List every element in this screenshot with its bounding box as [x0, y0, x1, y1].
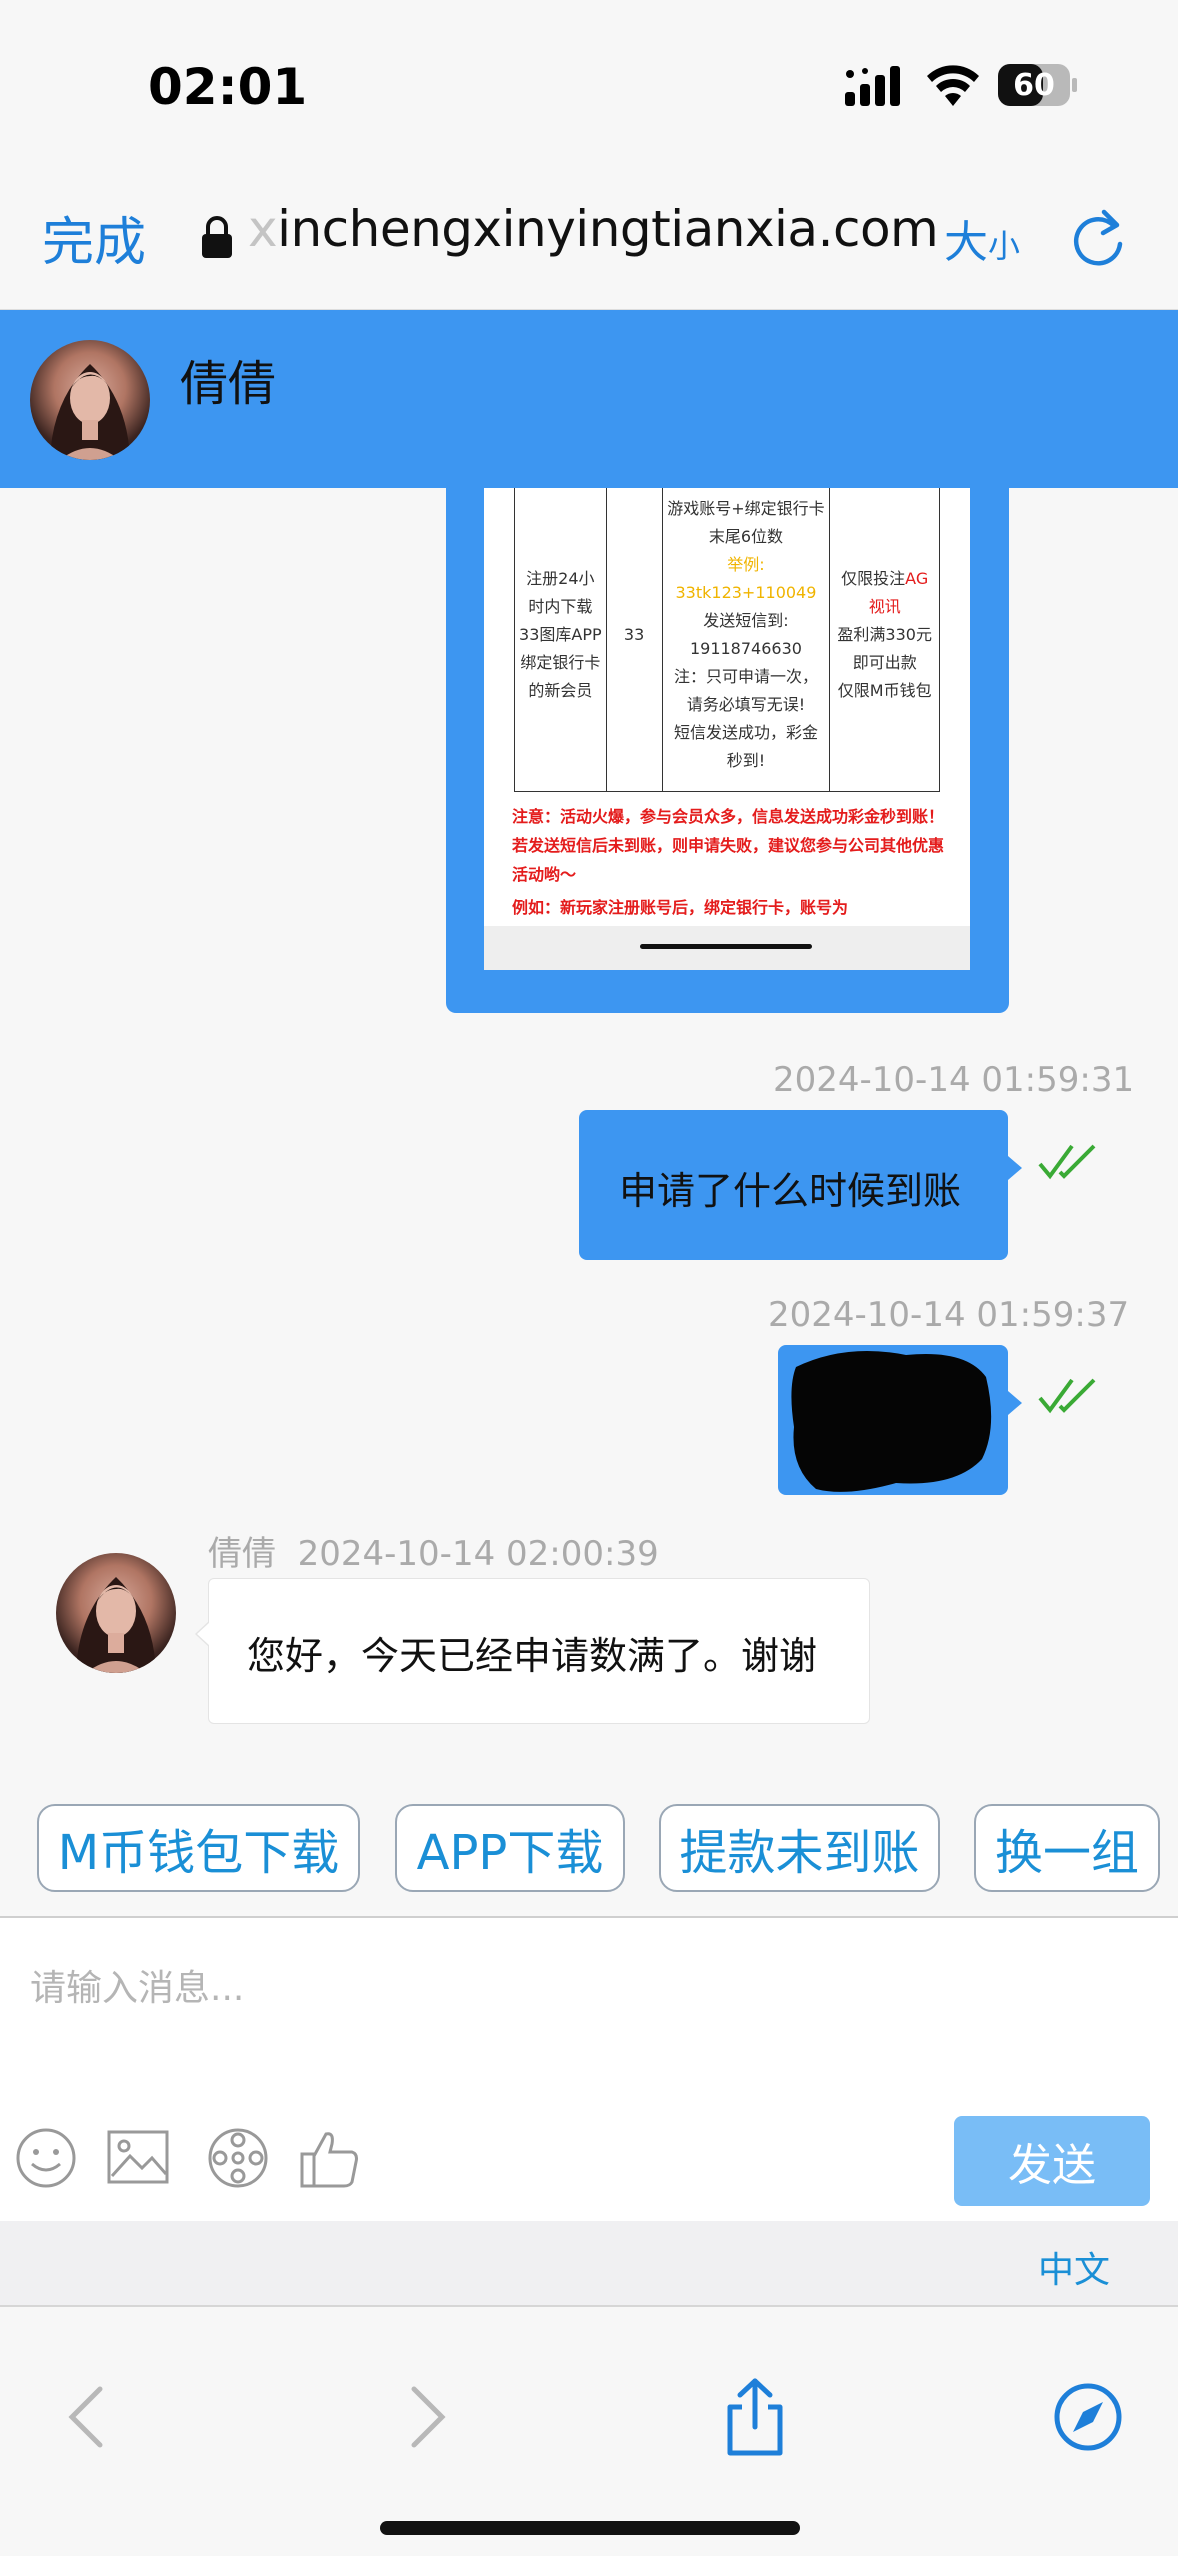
outgoing-message[interactable]: 申请了什么时候到账: [579, 1110, 1022, 1260]
sender-name: 倩倩: [208, 1534, 276, 1574]
image-message-bubble[interactable]: 注册24小时内下载33图库APP绑定银行卡的新会员 33 游戏账号+绑定银行卡末…: [446, 488, 1009, 1013]
language-bar: 中文: [0, 2221, 1178, 2307]
message-input[interactable]: [30, 1948, 1130, 2028]
video-icon[interactable]: [206, 2126, 270, 2190]
promo-method-line2: 发送短信到:: [703, 611, 789, 630]
lock-icon: [202, 216, 232, 258]
promo-table: 注册24小时内下载33图库APP绑定银行卡的新会员 33 游戏账号+绑定银行卡末…: [514, 488, 940, 792]
done-button[interactable]: 完成: [42, 200, 146, 275]
forward-icon[interactable]: [392, 2377, 462, 2457]
message-timestamp: 2024-10-14 02:00:39: [297, 1534, 659, 1574]
screenshot-footer: [484, 926, 970, 970]
promo-cell-method: 游戏账号+绑定银行卡末尾6位数 举例: 33tk123+110049 发送短信到…: [661, 488, 831, 792]
outgoing-image-message[interactable]: [778, 1345, 1022, 1495]
back-icon[interactable]: [52, 2377, 122, 2457]
incoming-message-meta: 倩倩 2024-10-14 02:00:39: [208, 1526, 659, 1575]
home-indicator: [380, 2521, 800, 2535]
promo-method-line1: 游戏账号+绑定银行卡末尾6位数: [667, 499, 825, 546]
message-text: 申请了什么时候到账: [619, 1169, 962, 1213]
url-domain: inchengxinyingtianxia.com: [277, 200, 939, 258]
read-check-icon: [1038, 1378, 1096, 1414]
promo-method-line4: 短信发送成功，彩金秒到!: [673, 723, 818, 770]
cellular-signal-icon: [845, 66, 900, 106]
promo-cell-amount: 33: [605, 488, 663, 792]
promo-limit-line2: 盈利满330元即可出款: [837, 625, 932, 672]
promo-phone: 19118746630: [689, 639, 802, 658]
emoji-icon[interactable]: [14, 2126, 78, 2190]
url-text[interactable]: xinchengxinyingtianxia.com: [248, 200, 939, 258]
send-button[interactable]: 发送: [954, 2116, 1150, 2206]
message-list[interactable]: 注册24小时内下载33图库APP绑定银行卡的新会员 33 游戏账号+绑定银行卡末…: [0, 488, 1178, 1783]
status-bar: 02:01 60: [0, 0, 1178, 170]
table-row: 注册24小时内下载33图库APP绑定银行卡的新会员 33 游戏账号+绑定银行卡末…: [514, 488, 940, 792]
message-composer: 发送: [0, 1918, 1178, 2221]
promo-example: 例如：新玩家注册账号后，绑定银行卡，账号为: [512, 898, 849, 917]
battery-icon: 60: [998, 64, 1078, 106]
chat-contact-name: 倩倩: [180, 356, 277, 412]
quick-reply-bar: M币钱包下载 APP下载 提款未到账 换一组: [0, 1783, 1178, 1918]
browser-address-bar: 完成 xinchengxinyingtianxia.com 大小: [0, 170, 1178, 310]
promo-example-label: 举例:: [727, 555, 765, 574]
chat-header: 倩倩: [0, 310, 1178, 488]
wifi-icon: [927, 65, 979, 106]
sender-avatar[interactable]: [56, 1553, 176, 1673]
battery-level: 60: [1013, 68, 1055, 103]
promo-notice: 注意：活动火爆，参与会员众多，信息发送成功彩金秒到账！若发送短信后未到账，则申请…: [512, 807, 945, 884]
promo-limit-prefix: 仅限投注: [841, 569, 906, 588]
reload-icon[interactable]: [1070, 206, 1128, 268]
quick-reply-app-download[interactable]: APP下载: [395, 1804, 625, 1892]
incoming-message[interactable]: 您好，今天已经申请数满了。谢谢: [195, 1578, 870, 1724]
promo-method-line3: 注：只可申请一次，请务必填写无误!: [673, 667, 818, 714]
status-time: 02:01: [148, 58, 308, 116]
compass-icon[interactable]: [1053, 2377, 1123, 2457]
message-timestamp: 2024-10-14 01:59:37: [768, 1295, 1130, 1335]
quick-reply-refresh[interactable]: 换一组: [974, 1804, 1160, 1892]
share-icon[interactable]: [720, 2377, 790, 2457]
promo-example-value: 33tk123+110049: [675, 583, 817, 602]
url-faded-prefix: x: [248, 200, 278, 258]
quick-reply-withdrawal-missing[interactable]: 提款未到账: [659, 1804, 940, 1892]
home-indicator-bar: [640, 944, 812, 949]
redacted-image: [791, 1351, 992, 1492]
image-icon[interactable]: [106, 2126, 170, 2190]
promo-limit-line3: 仅限M币钱包: [837, 681, 932, 700]
promo-cell-limit: 仅限投注AG视讯 盈利满330元即可出款 仅限M币钱包: [829, 488, 940, 792]
thumbs-up-icon[interactable]: [298, 2126, 362, 2190]
text-size-big: 大: [944, 217, 988, 268]
text-size-button[interactable]: 大小: [944, 206, 1020, 270]
message-text: 您好，今天已经申请数满了。谢谢: [247, 1634, 818, 1678]
browser-toolbar: [0, 2307, 1178, 2556]
promo-cell-condition: 注册24小时内下载33图库APP绑定银行卡的新会员: [514, 488, 607, 792]
language-switch[interactable]: 中文: [1038, 2241, 1110, 2293]
agent-avatar[interactable]: [30, 340, 150, 460]
promo-screenshot[interactable]: 注册24小时内下载33图库APP绑定银行卡的新会员 33 游戏账号+绑定银行卡末…: [484, 488, 970, 970]
read-check-icon: [1038, 1144, 1096, 1180]
text-size-small: 小: [988, 227, 1021, 265]
message-timestamp: 2024-10-14 01:59:31: [773, 1060, 1135, 1100]
quick-reply-wallet-download[interactable]: M币钱包下载: [37, 1804, 360, 1892]
